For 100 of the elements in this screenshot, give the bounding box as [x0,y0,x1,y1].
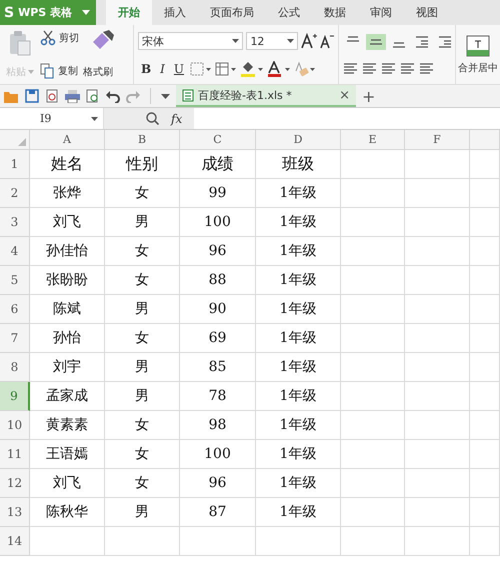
table-cell: 87 [180,498,256,527]
document-tab[interactable]: 百度经验-表1.xls * × [176,85,356,107]
insert-function-button[interactable]: fx [171,112,182,126]
row-header[interactable]: 4 [0,237,30,266]
copy-icon [40,63,55,79]
zoom-icon[interactable] [146,112,159,125]
document-title: 百度经验-表1.xls * [198,88,293,102]
caret-icon[interactable] [161,94,170,98]
print-preview-icon[interactable] [86,89,100,103]
table-cell: 1年级 [256,208,341,237]
column-header[interactable]: A [30,130,105,150]
table-cell: 班级 [256,150,341,179]
empty-cell [405,498,470,527]
copy-button[interactable]: 复制 [40,63,79,79]
align-icon[interactable] [343,62,359,75]
empty-cell [470,353,500,382]
column-header[interactable]: C [180,130,256,150]
app-menu-button[interactable]: S WPS 表格 [0,0,76,25]
align-button[interactable] [366,34,386,50]
table-cell: 100 [180,208,256,237]
row-header[interactable]: 14 [0,527,30,556]
font-color-icon[interactable] [267,60,292,77]
column-header[interactable]: E [341,130,405,150]
table-cell: 姓名 [30,150,105,179]
column-header[interactable]: B [105,130,180,150]
grow-font-icon[interactable] [301,33,318,50]
align-icon[interactable] [381,62,397,75]
ribbon-tab[interactable]: 公式 [266,0,312,25]
new-tab-button[interactable]: + [362,86,376,106]
cell-style-icon[interactable] [215,62,238,76]
table-cell: 1年级 [256,411,341,440]
format-button[interactable]: B [138,62,154,76]
border-icon[interactable] [190,62,212,76]
table-cell: 女 [105,179,180,208]
format-painter-button[interactable]: 格式刷 [83,65,115,79]
table-cell: 男 [105,382,180,411]
ribbon-tab[interactable]: 开始 [106,0,152,25]
empty-cell [341,440,405,469]
empty-cell [341,324,405,353]
table-cell: 性别 [105,150,180,179]
empty-cell [341,208,405,237]
font-size-dropdown[interactable]: 12 [246,32,298,50]
empty-cell [470,266,500,295]
merge-cells-icon [466,34,490,56]
align-icon[interactable] [400,62,416,75]
merge-center-button[interactable]: 合并居中 [456,25,500,84]
font-name-dropdown[interactable]: 宋体 [138,32,244,50]
empty-cell [341,179,405,208]
empty-cell [341,527,405,556]
format-button[interactable]: I [157,62,168,76]
row-header[interactable]: 3 [0,208,30,237]
row-header[interactable]: 5 [0,266,30,295]
row-header[interactable]: 10 [0,411,30,440]
table-cell: 陈斌 [30,295,105,324]
column-header[interactable]: F [405,130,470,150]
row-header[interactable]: 13 [0,498,30,527]
empty-cell [405,179,470,208]
empty-cell [405,382,470,411]
row-header[interactable]: 6 [0,295,30,324]
ribbon-tab[interactable]: 插入 [152,0,198,25]
shrink-font-icon[interactable] [320,33,334,50]
triangle-icon [18,138,26,146]
print-icon[interactable] [65,90,80,102]
ribbon-tab[interactable]: 数据 [312,0,358,25]
row-header[interactable]: 12 [0,469,30,498]
close-tab-button[interactable]: × [339,88,350,102]
format-button[interactable]: U [170,62,188,76]
ribbon-tab[interactable]: 审阅 [358,0,404,25]
table-cell: 陈秋华 [30,498,105,527]
empty-cell [341,150,405,179]
ribbon-tab[interactable]: 页面布局 [198,0,266,25]
empty-cell [341,266,405,295]
table-cell: 90 [180,295,256,324]
row-header[interactable]: 8 [0,353,30,382]
row-header[interactable]: 1 [0,150,30,179]
table-cell: 1年级 [256,440,341,469]
empty-cell [341,295,405,324]
row-header[interactable]: 7 [0,324,30,353]
table-cell: 1年级 [256,469,341,498]
spreadsheet-file-icon [182,88,194,102]
table-cell: 1年级 [256,382,341,411]
empty-cell [405,237,470,266]
empty-cell [341,469,405,498]
cut-button[interactable]: 剪切 [40,30,79,46]
empty-cell [470,498,500,527]
row-header[interactable]: 2 [0,179,30,208]
ribbon-tab[interactable]: 视图 [404,0,450,25]
undo-icon[interactable] [106,90,120,102]
caret-icon[interactable] [76,0,96,25]
export-icon[interactable] [45,89,59,103]
column-header[interactable]: D [256,130,341,150]
row-header[interactable]: 11 [0,440,30,469]
align-icon[interactable] [362,62,378,75]
table-cell: 88 [180,266,256,295]
fill-color-icon[interactable] [240,60,264,77]
save-icon[interactable] [25,89,39,103]
row-header[interactable]: 9 [0,382,30,411]
table-cell: 78 [180,382,256,411]
align-icon[interactable] [419,62,435,75]
align-icon [369,39,383,46]
